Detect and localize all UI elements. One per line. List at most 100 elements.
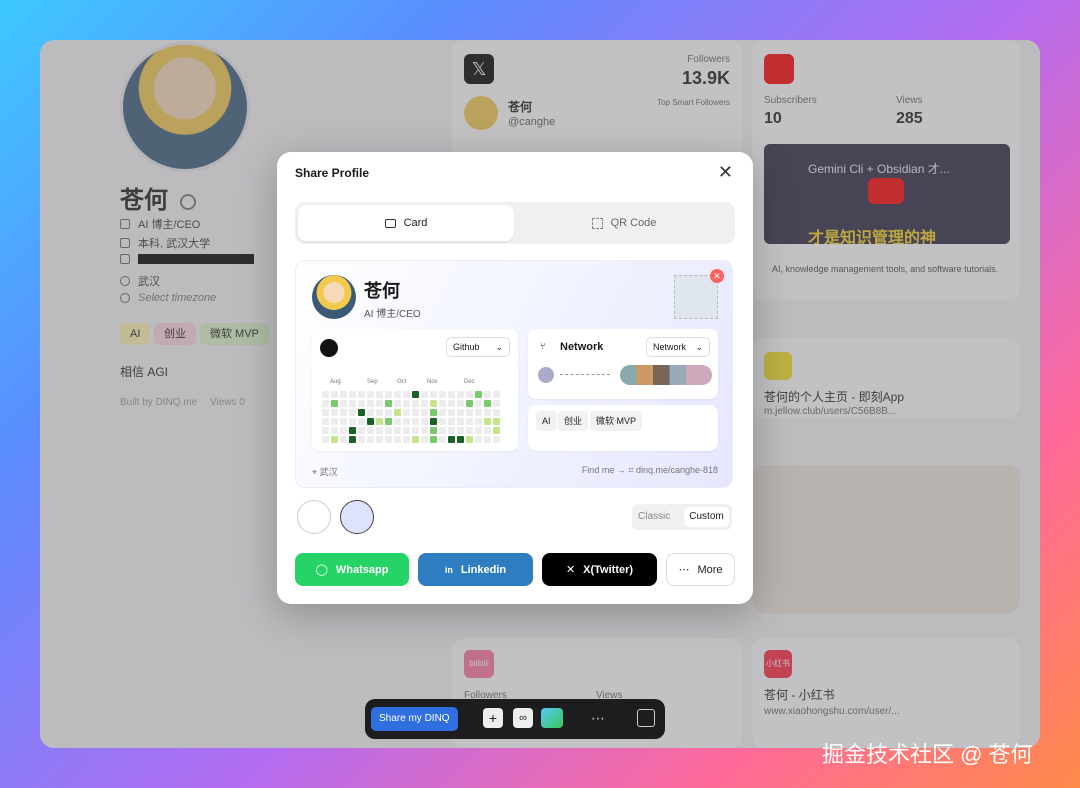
tab-card[interactable]: Card xyxy=(298,205,514,241)
linkedin-share-button[interactable]: in Linkedin xyxy=(418,553,533,586)
contribution-cell xyxy=(439,418,446,425)
share-my-dinq-button[interactable]: Share my DINQ xyxy=(371,707,458,731)
contribution-cell xyxy=(421,409,428,416)
contribution-cell xyxy=(475,391,482,398)
more-icon: ⋯ xyxy=(678,564,690,576)
contribution-cell xyxy=(448,418,455,425)
contribution-cell xyxy=(322,427,329,434)
watermark: 掘金技术社区 @ 苍何 xyxy=(822,742,1033,767)
whatsapp-icon: ◯ xyxy=(315,564,328,576)
contribution-cell xyxy=(340,391,347,398)
contribution-cell xyxy=(466,409,473,416)
contribution-cell xyxy=(385,400,392,407)
contribution-cell xyxy=(340,400,347,407)
github-icon xyxy=(320,339,338,357)
contribution-cell xyxy=(358,436,365,443)
contribution-cell xyxy=(475,427,482,434)
style-toggle: Classic Custom xyxy=(632,504,732,530)
network-connector xyxy=(560,374,610,375)
contribution-cell xyxy=(457,391,464,398)
contribution-cell xyxy=(412,409,419,416)
contribution-cell xyxy=(448,409,455,416)
contribution-cell xyxy=(340,418,347,425)
color-swatch-lavender[interactable] xyxy=(340,500,374,534)
style-classic[interactable]: Classic xyxy=(638,511,670,522)
contribution-cell xyxy=(484,436,491,443)
contribution-cell xyxy=(322,400,329,407)
contribution-cell xyxy=(475,436,482,443)
contribution-cell xyxy=(403,436,410,443)
contribution-cell xyxy=(493,400,500,407)
twitter-share-button[interactable]: ✕ X(Twitter) xyxy=(542,553,657,586)
contribution-cell xyxy=(466,427,473,434)
contribution-cell xyxy=(439,400,446,407)
contribution-cell xyxy=(349,427,356,434)
contribution-cell xyxy=(439,436,446,443)
contribution-cell xyxy=(367,418,374,425)
contribution-cell xyxy=(394,409,401,416)
contribution-cell xyxy=(322,418,329,425)
more-share-button[interactable]: ⋯ More xyxy=(666,553,735,586)
contribution-cell xyxy=(349,400,356,407)
network-select[interactable]: Network ⌄ xyxy=(646,337,710,357)
contribution-cell xyxy=(475,418,482,425)
close-icon[interactable]: ✕ xyxy=(718,162,733,183)
contribution-cell xyxy=(457,418,464,425)
share-tabs: Card QR Code xyxy=(295,202,735,244)
contribution-cell xyxy=(403,391,410,398)
contribution-cell xyxy=(376,436,383,443)
layout-icon[interactable] xyxy=(637,709,655,727)
contribution-cell xyxy=(340,409,347,416)
contribution-cell xyxy=(349,409,356,416)
add-icon[interactable]: + xyxy=(483,708,503,728)
contribution-cell xyxy=(421,427,428,434)
card-tag: AI xyxy=(536,411,557,431)
contribution-cell xyxy=(457,436,464,443)
contribution-cell xyxy=(403,427,410,434)
contribution-cell xyxy=(421,391,428,398)
network-avatar xyxy=(538,367,554,383)
contribution-cell xyxy=(349,436,356,443)
whatsapp-share-button[interactable]: ◯ Whatsapp xyxy=(295,553,409,586)
contribution-cell xyxy=(367,400,374,407)
link-icon[interactable]: ∞ xyxy=(513,708,533,728)
card-preview: 苍何 AI 博主/CEO ✕ Github ⌄ Aug Sep Oct Nov D… xyxy=(295,260,733,488)
network-icon: ⑂ xyxy=(540,341,546,351)
contribution-cell xyxy=(340,436,347,443)
contribution-cell xyxy=(367,427,374,434)
contribution-months: Aug Sep Oct Nov Dec xyxy=(330,379,475,385)
contribution-cell xyxy=(430,418,437,425)
contribution-cell xyxy=(421,418,428,425)
contribution-cell xyxy=(376,418,383,425)
image-icon[interactable] xyxy=(541,708,563,728)
contribution-cell xyxy=(349,418,356,425)
card-find-me: Find me → ⌗ dinq.me/canghe-818 xyxy=(581,465,718,475)
contribution-cell xyxy=(367,409,374,416)
contribution-cell xyxy=(358,427,365,434)
contribution-cell xyxy=(358,418,365,425)
contribution-cell xyxy=(331,427,338,434)
card-tag: 创业 xyxy=(558,411,589,431)
more-icon[interactable]: ⋯ xyxy=(591,710,605,727)
contribution-cell xyxy=(376,391,383,398)
share-profile-modal: Share Profile ✕ Card QR Code 苍何 AI 博主/CE… xyxy=(277,152,753,604)
contribution-cell xyxy=(331,391,338,398)
network-label: Network xyxy=(560,341,604,353)
contribution-cell xyxy=(340,427,347,434)
contribution-cell xyxy=(358,400,365,407)
contribution-cell xyxy=(466,400,473,407)
github-select[interactable]: Github ⌄ xyxy=(446,337,510,357)
contribution-cell xyxy=(358,409,365,416)
tab-qr-code[interactable]: QR Code xyxy=(516,205,732,241)
color-swatch-white[interactable] xyxy=(297,500,331,534)
style-custom[interactable]: Custom xyxy=(684,507,729,527)
remove-image-icon[interactable]: ✕ xyxy=(710,269,724,283)
card-location: ⌖ 武汉 xyxy=(312,467,338,477)
contribution-cell xyxy=(448,400,455,407)
contribution-cell xyxy=(439,391,446,398)
card-custom-image[interactable] xyxy=(674,275,718,319)
contribution-cell xyxy=(331,400,338,407)
contribution-cell xyxy=(466,391,473,398)
card-tag: 微软 MVP xyxy=(590,411,643,431)
contribution-cell xyxy=(493,409,500,416)
